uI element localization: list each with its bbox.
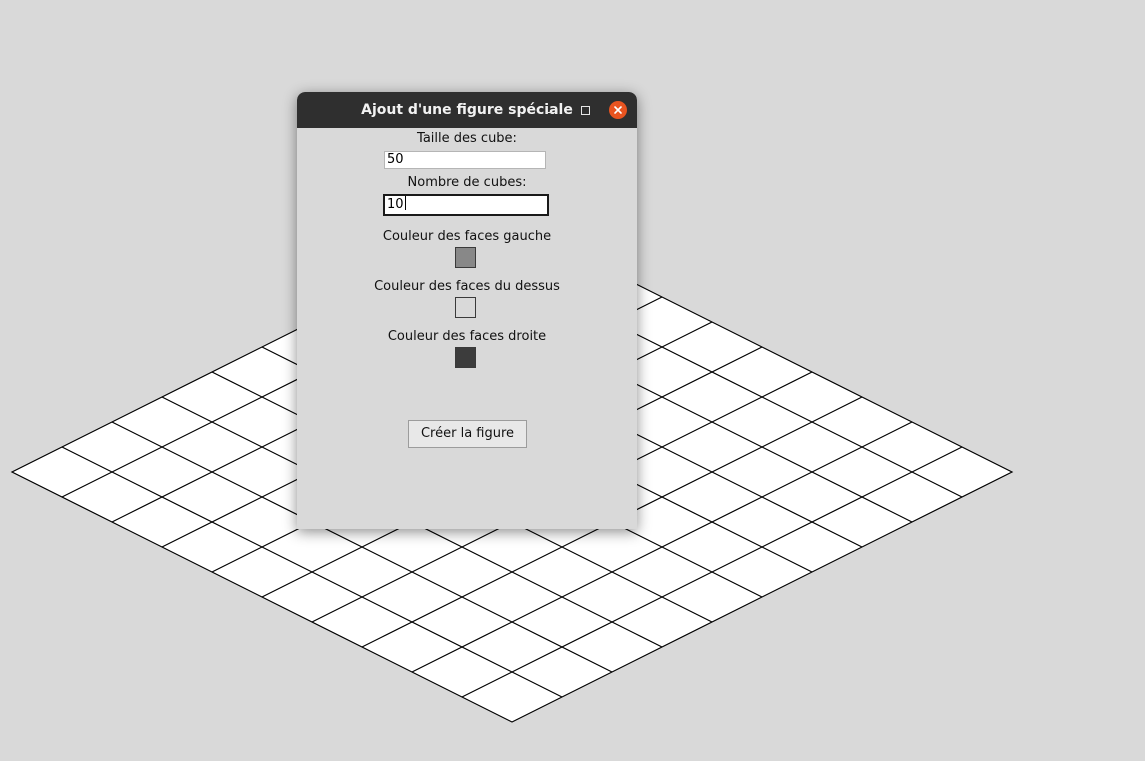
cube-size-input[interactable]: 50 (384, 151, 546, 169)
left-face-color-swatch[interactable] (455, 247, 476, 268)
cube-count-label: Nombre de cubes: (407, 175, 527, 190)
create-figure-button[interactable]: Créer la figure (408, 420, 527, 448)
cube-size-label: Taille des cube: (417, 131, 517, 146)
special-figure-dialog: Ajout d'une figure spéciale Taille des c… (297, 92, 637, 529)
title-bar[interactable]: Ajout d'une figure spéciale (297, 92, 637, 128)
top-face-color-label: Couleur des faces du dessus (374, 279, 560, 294)
text-caret (404, 196, 406, 210)
right-face-color-label: Couleur des faces droite (387, 329, 547, 344)
right-face-color-swatch[interactable] (455, 347, 476, 368)
close-icon[interactable] (609, 101, 627, 119)
cube-count-input[interactable]: 10 (383, 194, 549, 216)
left-face-color-label: Couleur des faces gauche (382, 229, 552, 244)
maximize-icon[interactable] (576, 101, 594, 119)
minimize-icon[interactable] (541, 101, 559, 119)
cube-count-value: 10 (387, 197, 404, 212)
top-face-color-swatch[interactable] (455, 297, 476, 318)
dialog-content: Taille des cube: 50 Nombre de cubes: 10 … (297, 128, 637, 529)
